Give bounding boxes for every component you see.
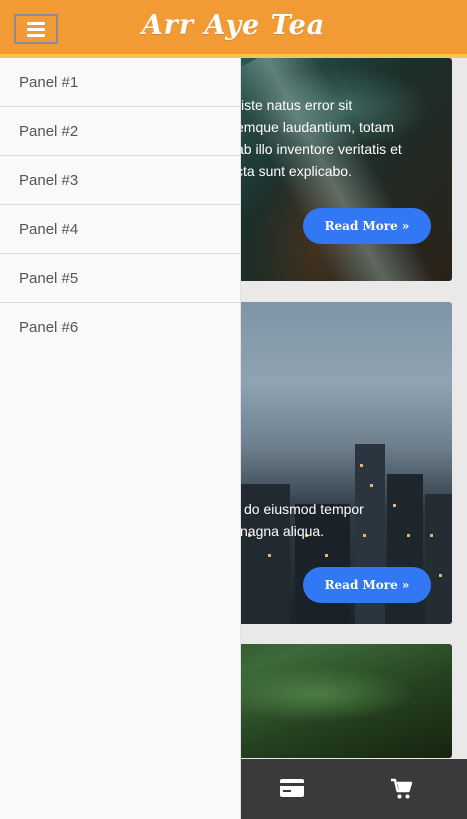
card-text-line: ab illo inventore veritatis et <box>236 141 402 157</box>
card-text-line: cta sunt explicabo. <box>236 163 352 179</box>
cart-icon[interactable] <box>390 777 414 801</box>
card-text-line: iste natus error sit <box>241 97 353 113</box>
app-header: Arr Aye Tea <box>0 0 467 58</box>
side-panel: Panel #1 Panel #2 Panel #3 Panel #4 Pane… <box>0 58 241 819</box>
card-text-line: nagna aliqua. <box>240 523 325 539</box>
panel-item-1[interactable]: Panel #1 <box>0 58 240 107</box>
panel-item-6[interactable]: Panel #6 <box>0 303 240 351</box>
card-text-line: emque laudantium, totam <box>236 119 394 135</box>
read-more-button[interactable]: Read More » <box>303 567 431 603</box>
panel-item-3[interactable]: Panel #3 <box>0 156 240 205</box>
credit-card-icon[interactable] <box>280 779 304 797</box>
card-text-line: do eiusmod tempor <box>244 501 364 517</box>
panel-item-2[interactable]: Panel #2 <box>0 107 240 156</box>
panel-item-4[interactable]: Panel #4 <box>0 205 240 254</box>
read-more-button[interactable]: Read More » <box>303 208 431 244</box>
panel-item-5[interactable]: Panel #5 <box>0 254 240 303</box>
app-title: Arr Aye Tea <box>141 10 326 41</box>
building-decoration <box>425 494 452 624</box>
